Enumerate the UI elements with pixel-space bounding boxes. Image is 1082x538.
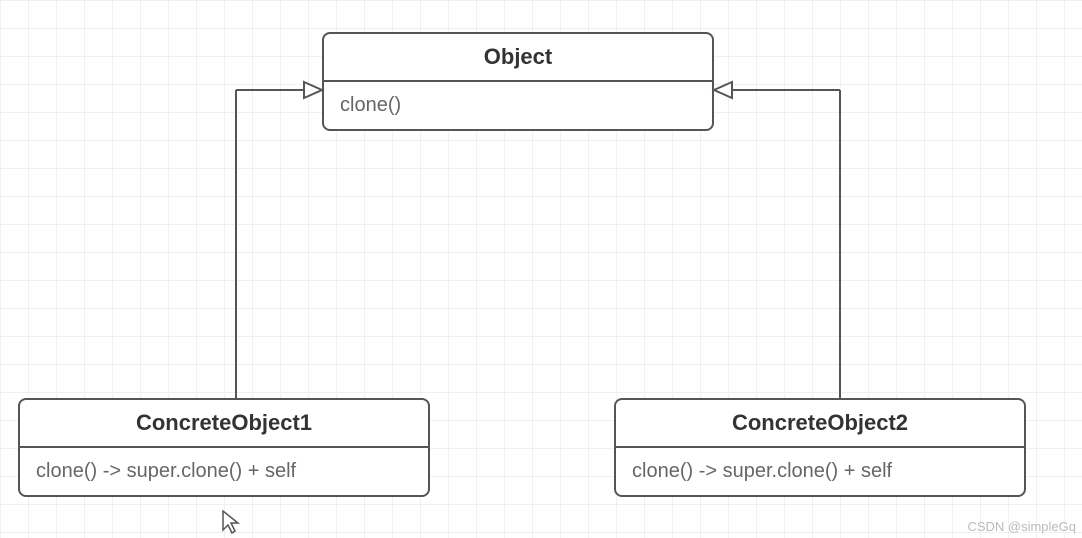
class-method-concrete2: clone() -> super.clone() + self — [616, 448, 1024, 495]
cursor-icon — [220, 510, 242, 536]
class-title-concrete1: ConcreteObject1 — [20, 400, 428, 448]
class-box-concrete1: ConcreteObject1 clone() -> super.clone()… — [18, 398, 430, 497]
generalization-arrow-right — [700, 78, 860, 408]
class-title-concrete2: ConcreteObject2 — [616, 400, 1024, 448]
class-method-concrete1: clone() -> super.clone() + self — [20, 448, 428, 495]
watermark-text: CSDN @simpleGq — [967, 519, 1076, 534]
class-box-concrete2: ConcreteObject2 clone() -> super.clone()… — [614, 398, 1026, 497]
class-method-object: clone() — [324, 82, 712, 129]
generalization-arrow-left — [220, 78, 340, 408]
class-box-object: Object clone() — [322, 32, 714, 131]
class-title-object: Object — [324, 34, 712, 82]
